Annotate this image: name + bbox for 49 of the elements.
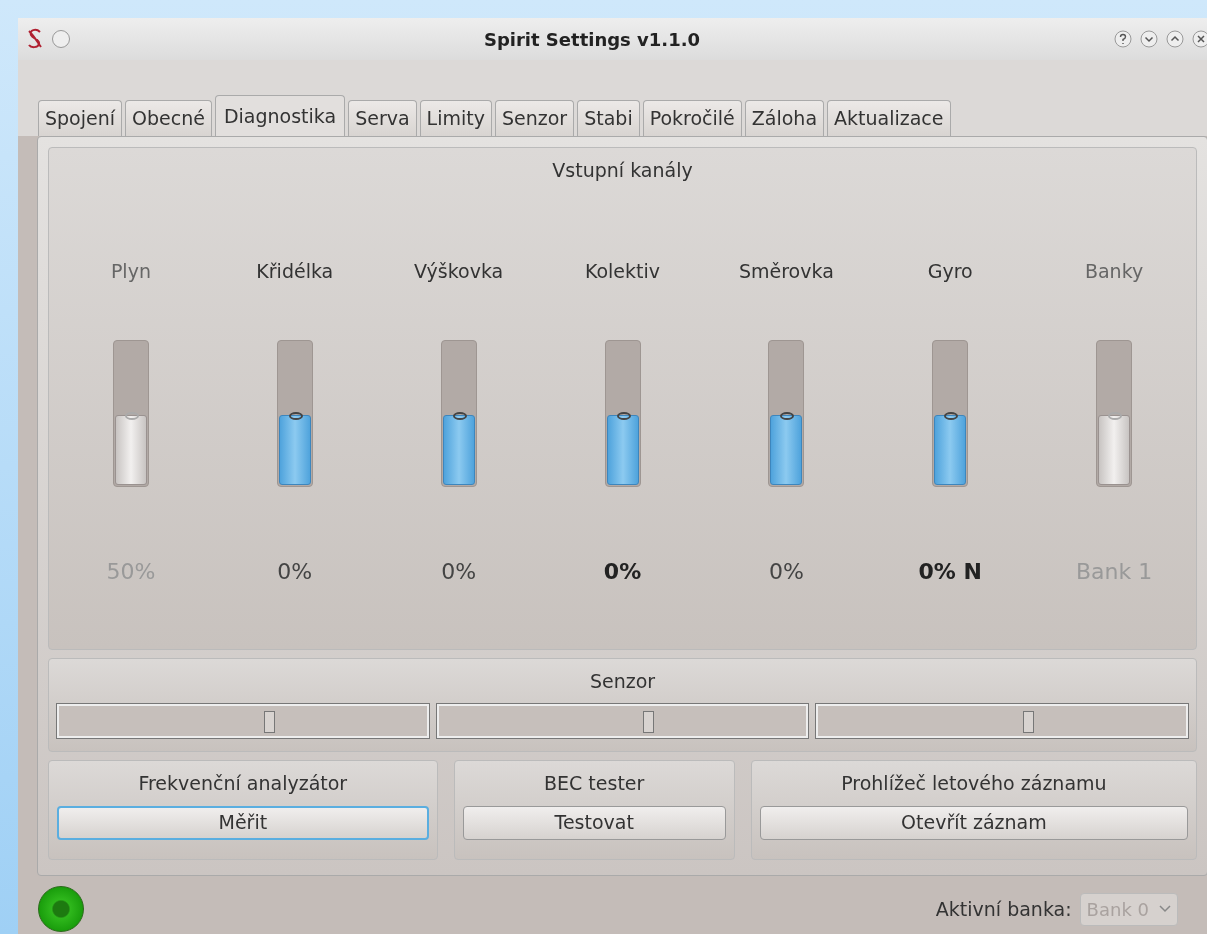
menu-button[interactable] [52, 30, 70, 48]
maximize-icon[interactable] [1166, 30, 1184, 48]
channel-slider[interactable] [932, 340, 969, 487]
tab[interactable]: Spojení [38, 99, 123, 136]
tab[interactable]: Obecné [125, 99, 212, 136]
channel-slider[interactable] [440, 340, 477, 487]
channel-label: Banky [1084, 258, 1144, 284]
sensor-slider[interactable] [436, 703, 809, 738]
tab[interactable]: Limity [419, 99, 492, 136]
channel-label: Plyn [110, 258, 151, 284]
tab[interactable]: Senzor [494, 99, 575, 136]
channel-slider[interactable] [112, 340, 149, 487]
tab[interactable]: Záloha [744, 99, 825, 136]
channel-slider[interactable] [768, 340, 805, 487]
action-button[interactable]: Otevřít záznam [759, 805, 1188, 840]
group-title: Vstupní kanály [551, 158, 694, 183]
group-title: Senzor [588, 669, 657, 694]
action-button[interactable]: Testovat [462, 805, 726, 840]
channel-label: Křidélka [256, 258, 334, 284]
action-button[interactable]: Měřit [57, 805, 429, 840]
channel-reading: 0% [441, 558, 477, 586]
tab[interactable]: Serva [348, 99, 417, 136]
channel-label: Směrovka [738, 258, 834, 284]
group-title: Frekvenční analyzátor [137, 771, 349, 796]
sensor-slider[interactable] [816, 703, 1188, 738]
bank-label: Aktivní banka: [935, 896, 1072, 922]
tab[interactable]: Aktualizace [827, 99, 951, 136]
channel-slider[interactable] [604, 340, 641, 487]
app-logo-icon [26, 28, 44, 50]
sensor-slider[interactable] [57, 703, 429, 738]
help-icon[interactable] [1114, 30, 1132, 48]
channel-label: Kolektiv [584, 258, 661, 284]
channel-reading: 0% [603, 558, 642, 586]
channel-reading: 0% N [918, 558, 982, 586]
channel-reading: 0% [768, 558, 804, 586]
caret-icon [1159, 905, 1171, 913]
channel-slider[interactable] [1096, 340, 1133, 487]
group-title: Prohlížeč letového záznamu [840, 771, 1108, 796]
channel-label: Výškovka [414, 258, 504, 284]
channel-reading: 0% [277, 558, 313, 586]
group-title: BEC tester [543, 771, 646, 796]
close-icon[interactable] [1192, 30, 1207, 48]
channel-label: Gyro [927, 258, 973, 284]
tab[interactable]: Pokročilé [642, 99, 742, 136]
window-title: Spirit Settings v1.1.0 [482, 27, 702, 52]
tab[interactable]: Diagnostika [214, 94, 346, 136]
channel-slider[interactable] [276, 340, 313, 487]
tab[interactable]: Stabi [577, 99, 640, 136]
minimize-icon[interactable] [1140, 30, 1158, 48]
